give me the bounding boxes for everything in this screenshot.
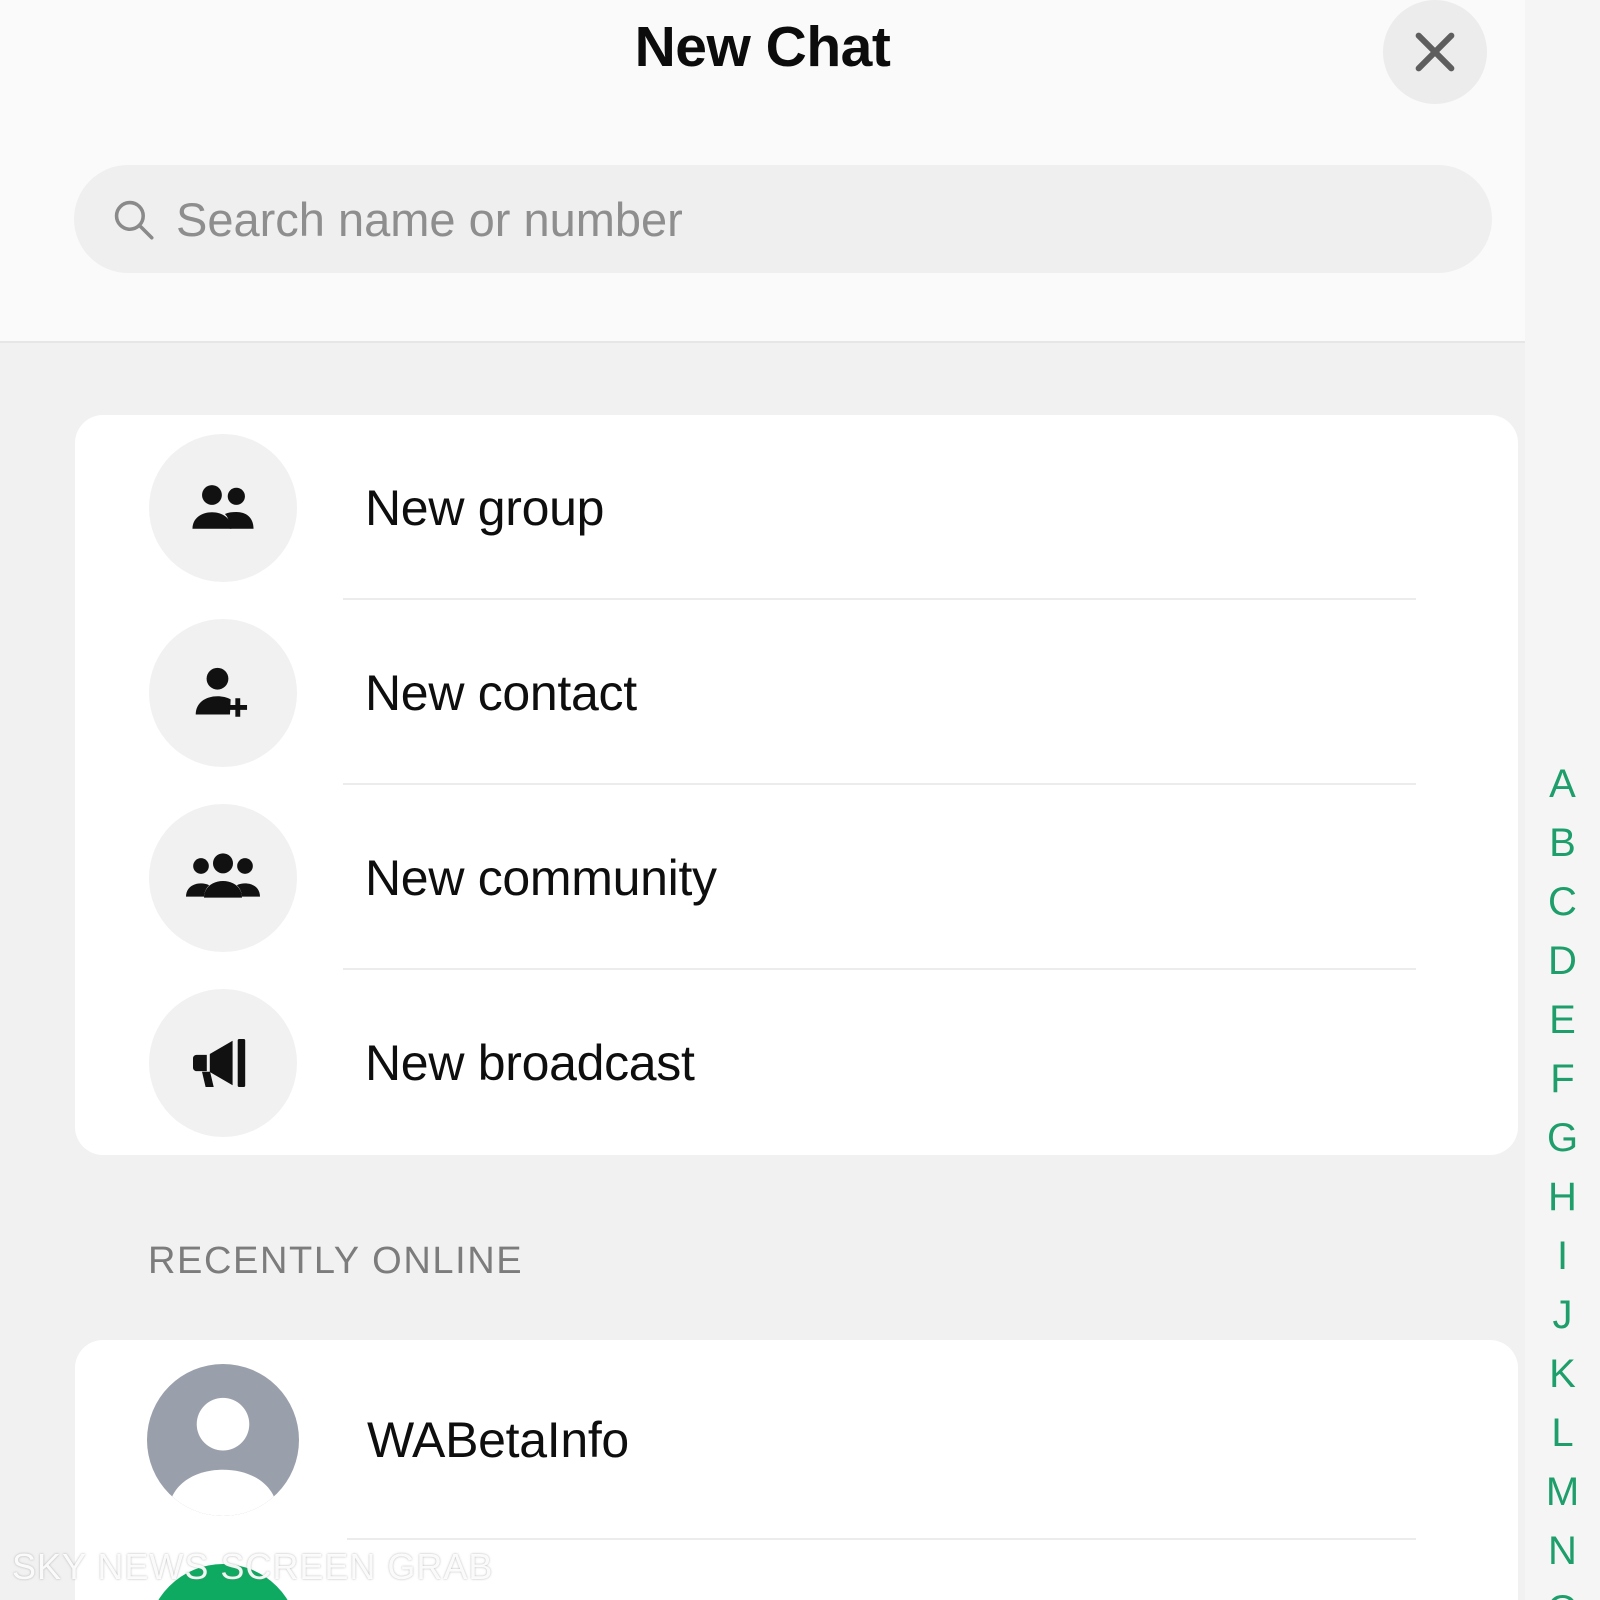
person-add-icon [149,618,297,767]
action-new-community[interactable]: New community [75,785,1518,970]
page-title: New Chat [634,15,891,79]
alpha-letter-o[interactable]: O [1525,1581,1600,1600]
action-label: New group [365,479,605,536]
list-item[interactable] [75,1540,1518,1600]
community-icon [149,803,297,952]
alpha-letter-n[interactable]: N [1525,1522,1600,1581]
alpha-letter-c[interactable]: C [1525,873,1600,932]
group-icon [149,433,297,582]
contact-name: WABetaInfo [367,1412,629,1468]
alpha-letter-d[interactable]: D [1525,932,1600,991]
alpha-letter-b[interactable]: B [1525,814,1600,873]
action-new-contact[interactable]: New contact [75,600,1518,785]
alpha-letter-f[interactable]: F [1525,1050,1600,1109]
actions-card: New group New contact New community New … [75,415,1518,1155]
contacts-card: WABetaInfo [75,1340,1518,1600]
dialog-header: New Chat [0,0,1525,343]
action-label: New contact [365,664,637,721]
alpha-letter-k[interactable]: K [1525,1345,1600,1404]
dialog-body: New group New contact New community New … [0,345,1525,1600]
alpha-letter-h[interactable]: H [1525,1168,1600,1227]
alpha-letter-j[interactable]: J [1525,1286,1600,1345]
alpha-letter-e[interactable]: E [1525,991,1600,1050]
action-label: New community [365,849,717,906]
search-input[interactable] [176,165,1492,273]
alphabet-index[interactable]: ABCDEFGHIJKLMNOP [1525,0,1600,1600]
alpha-letter-a[interactable]: A [1525,755,1600,814]
alpha-letter-l[interactable]: L [1525,1404,1600,1463]
action-new-broadcast[interactable]: New broadcast [75,970,1518,1155]
avatar [147,1364,299,1516]
close-button[interactable] [1383,0,1487,104]
search-icon [106,192,160,246]
megaphone-icon [149,988,297,1137]
search-bar[interactable] [74,165,1492,273]
list-item[interactable]: WABetaInfo [75,1340,1518,1540]
alpha-letter-g[interactable]: G [1525,1109,1600,1168]
close-icon [1407,24,1463,80]
section-header-recently-online: RECENTLY ONLINE [148,1240,524,1282]
avatar [147,1564,299,1600]
alpha-letter-i[interactable]: I [1525,1227,1600,1286]
action-label: New broadcast [365,1034,695,1091]
alpha-letter-m[interactable]: M [1525,1463,1600,1522]
action-new-group[interactable]: New group [75,415,1518,600]
